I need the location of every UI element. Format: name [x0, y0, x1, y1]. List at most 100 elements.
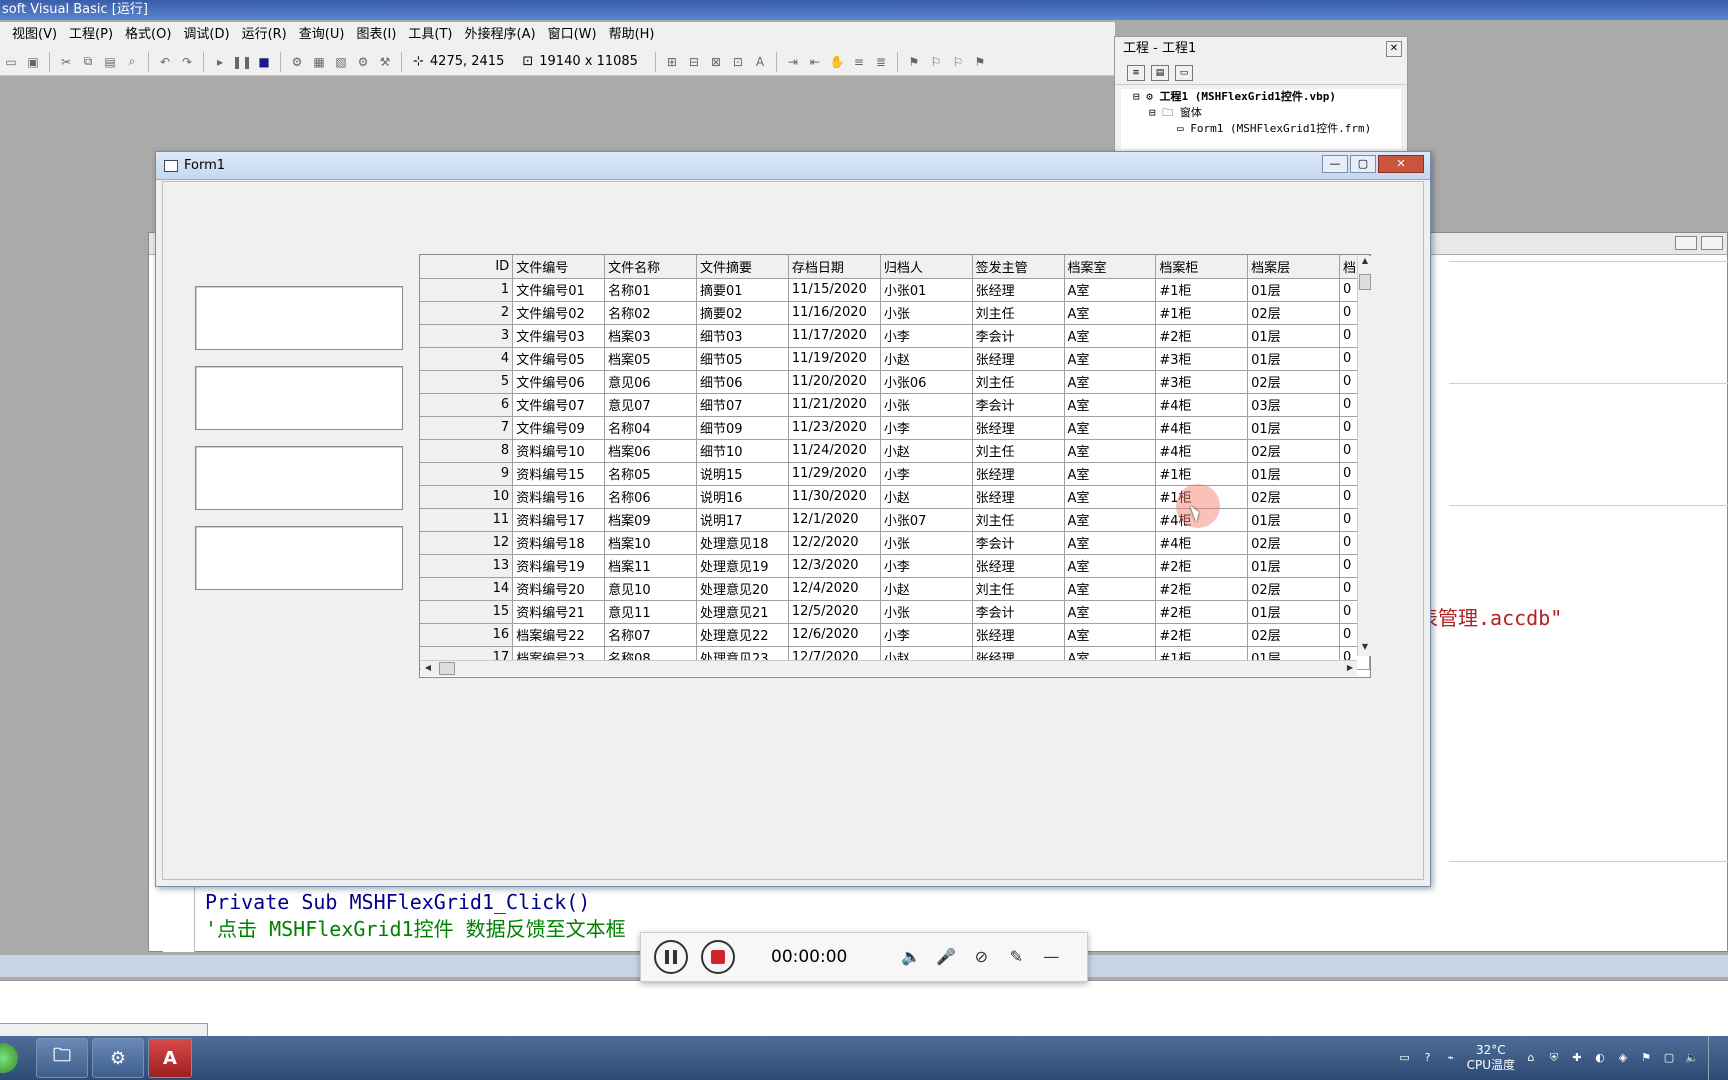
grid-cell[interactable]: 01层	[1247, 278, 1340, 302]
grid-cell[interactable]: 02层	[1247, 577, 1340, 601]
scroll-thumb[interactable]	[439, 662, 455, 675]
grid-cell[interactable]: 11/21/2020	[788, 393, 881, 417]
grid-cell[interactable]: 01层	[1247, 600, 1340, 624]
start-icon[interactable]: ▸	[210, 52, 230, 72]
grid-cell[interactable]: #2柜	[1155, 600, 1249, 624]
grid-cell[interactable]: 摘要01	[696, 278, 789, 302]
grid-cell[interactable]: 小张06	[880, 370, 973, 394]
grid-cell[interactable]: 01层	[1247, 347, 1340, 371]
menu-view[interactable]: 视图(V)	[6, 22, 63, 48]
view-code-icon[interactable]: ≡	[1127, 64, 1145, 81]
grid-cell[interactable]: 01层	[1247, 462, 1340, 486]
stop-button[interactable]	[701, 940, 735, 974]
grid-cell[interactable]: 张经理	[972, 416, 1065, 440]
grid-cell[interactable]: 细节05	[696, 347, 789, 371]
save-icon[interactable]: ▣	[23, 52, 43, 72]
grid-row-header[interactable]: 11	[420, 508, 514, 532]
grid-row-header[interactable]: 8	[420, 439, 514, 463]
grid-cell[interactable]: 12/4/2020	[788, 577, 881, 601]
access-taskbar-icon[interactable]: A	[148, 1038, 192, 1078]
grid-cell[interactable]: 说明16	[696, 485, 789, 509]
grid-row[interactable]: 11 资料编号17 档案09 说明17 12/1/2020 小张07 刘主任 A室 #4柜 01层…	[420, 508, 1370, 532]
menu-query[interactable]: 查询(U)	[293, 22, 351, 48]
close-button[interactable]: ✕	[1378, 155, 1424, 173]
grid-cell[interactable]: 刘主任	[972, 577, 1065, 601]
grid-cell[interactable]: 档案05	[604, 347, 697, 371]
grid-cell[interactable]: 小赵	[880, 577, 973, 601]
grid-cell[interactable]: A室	[1064, 623, 1157, 647]
grid-cell[interactable]: 张经理	[972, 278, 1065, 302]
grid-cell[interactable]: 11/29/2020	[788, 462, 881, 486]
outdent-icon[interactable]: ⇤	[805, 52, 825, 72]
grid-cell[interactable]: 11/23/2020	[788, 416, 881, 440]
security-icon[interactable]: ⛨	[1547, 1051, 1561, 1065]
grid-cell[interactable]: 文件编号03	[512, 324, 606, 348]
grid-cell[interactable]: 资料编号17	[512, 508, 606, 532]
tree-node-project[interactable]: ⊟ ⚙ 工程1 (MSHFlexGrid1控件.vbp)	[1133, 89, 1401, 105]
grid-row[interactable]: 3 文件编号03 档案03 细节03 11/17/2020 小李 李会计 A室 #2柜 01层 0	[420, 324, 1370, 348]
properties-icon[interactable]: ▦	[309, 52, 329, 72]
grid-cell[interactable]: 11/24/2020	[788, 439, 881, 463]
text4-input[interactable]	[195, 526, 403, 590]
volume-icon[interactable]: 🔈	[1685, 1051, 1699, 1065]
grid-cell[interactable]: 11/19/2020	[788, 347, 881, 371]
grid-cell[interactable]: 01层	[1247, 554, 1340, 578]
grid-row[interactable]: 12 资料编号18 档案10 处理意见18 12/2/2020 小张 李会计 A室 #4柜 02层…	[420, 531, 1370, 555]
grid-cell[interactable]: 小李	[880, 623, 973, 647]
grid-row-header[interactable]: 3	[420, 324, 514, 348]
grid-cell[interactable]: 刘主任	[972, 439, 1065, 463]
grid-cell[interactable]: A室	[1064, 324, 1157, 348]
grid-cell[interactable]: 张经理	[972, 485, 1065, 509]
grid-cell[interactable]: #2柜	[1155, 324, 1249, 348]
grid-cell[interactable]: 01层	[1247, 416, 1340, 440]
grid-cell[interactable]: 小张01	[880, 278, 973, 302]
vb-taskbar-icon[interactable]: ⚙	[92, 1038, 144, 1078]
grid-cell[interactable]: A室	[1064, 554, 1157, 578]
grid-cell[interactable]: 档案03	[604, 324, 697, 348]
grid-vertical-scrollbar[interactable]: ▲ ▼	[1357, 256, 1371, 656]
object-browser-icon[interactable]: ⚙	[353, 52, 373, 72]
grid-cell[interactable]: A室	[1064, 508, 1157, 532]
menu-diagram[interactable]: 图表(I)	[350, 22, 402, 48]
grid-cell[interactable]: 处理意见18	[696, 531, 789, 555]
grid-row-header[interactable]: 2	[420, 301, 514, 325]
grid-row[interactable]: 13 资料编号19 档案11 处理意见19 12/3/2020 小李 张经理 A室 #2柜 01层…	[420, 554, 1370, 578]
grid-cell[interactable]: 处理意见22	[696, 623, 789, 647]
grid-cell[interactable]: 张经理	[972, 554, 1065, 578]
grid-cell[interactable]: 名称05	[604, 462, 697, 486]
grid-cell[interactable]: 小李	[880, 416, 973, 440]
grid-cell[interactable]: 小张	[880, 600, 973, 624]
grid-cell[interactable]: 02层	[1247, 531, 1340, 555]
scroll-right-icon[interactable]: ▶	[1343, 661, 1357, 675]
menu-tools[interactable]: 工具(T)	[402, 22, 458, 48]
browser-icon[interactable]: ◐	[1593, 1051, 1607, 1065]
align-icon[interactable]: ⊞	[662, 52, 682, 72]
grid-cell[interactable]: A室	[1064, 531, 1157, 555]
grid-cell[interactable]: 意见11	[604, 600, 697, 624]
minimize-button[interactable]: —	[1322, 155, 1348, 173]
grid-cell[interactable]: 名称04	[604, 416, 697, 440]
grid-cell[interactable]: 03层	[1247, 393, 1340, 417]
grid-row-header[interactable]: 16	[420, 623, 514, 647]
grid-row-header[interactable]: 4	[420, 347, 514, 371]
grid-row[interactable]: 1 文件编号01 名称01 摘要01 11/15/2020 小张01 张经理 A室 #1柜 01层…	[420, 278, 1370, 302]
ime-icon[interactable]: ⌁	[1444, 1051, 1458, 1065]
grid-cell[interactable]: 档案09	[604, 508, 697, 532]
grid-column-header[interactable]: 档案室	[1064, 255, 1157, 279]
grid-cell[interactable]: 01层	[1247, 324, 1340, 348]
maximize-button[interactable]: ▢	[1350, 155, 1376, 173]
immediate-scrollbar[interactable]	[0, 1023, 208, 1037]
redo-icon[interactable]: ↷	[177, 52, 197, 72]
grid-cell[interactable]: 意见06	[604, 370, 697, 394]
code-line-sub[interactable]: Private Sub MSHFlexGrid1_Click()	[205, 890, 590, 914]
grid-column-header[interactable]: 归档人	[880, 255, 973, 279]
grid-row-header[interactable]: 13	[420, 554, 514, 578]
grid-row-header[interactable]: 9	[420, 462, 514, 486]
code-line-comment[interactable]: '点击 MSHFlexGrid1控件 数据反馈至文本框	[205, 913, 626, 942]
grid-cell[interactable]: 02层	[1247, 623, 1340, 647]
grid-cell[interactable]: A室	[1064, 393, 1157, 417]
grid-cell[interactable]: 说明15	[696, 462, 789, 486]
grid-row[interactable]: 16 档案编号22 名称07 处理意见22 12/6/2020 小李 张经理 A室 #2柜 02层…	[420, 623, 1370, 647]
menu-project[interactable]: 工程(P)	[63, 22, 119, 48]
grid-cell[interactable]: #4柜	[1155, 531, 1249, 555]
